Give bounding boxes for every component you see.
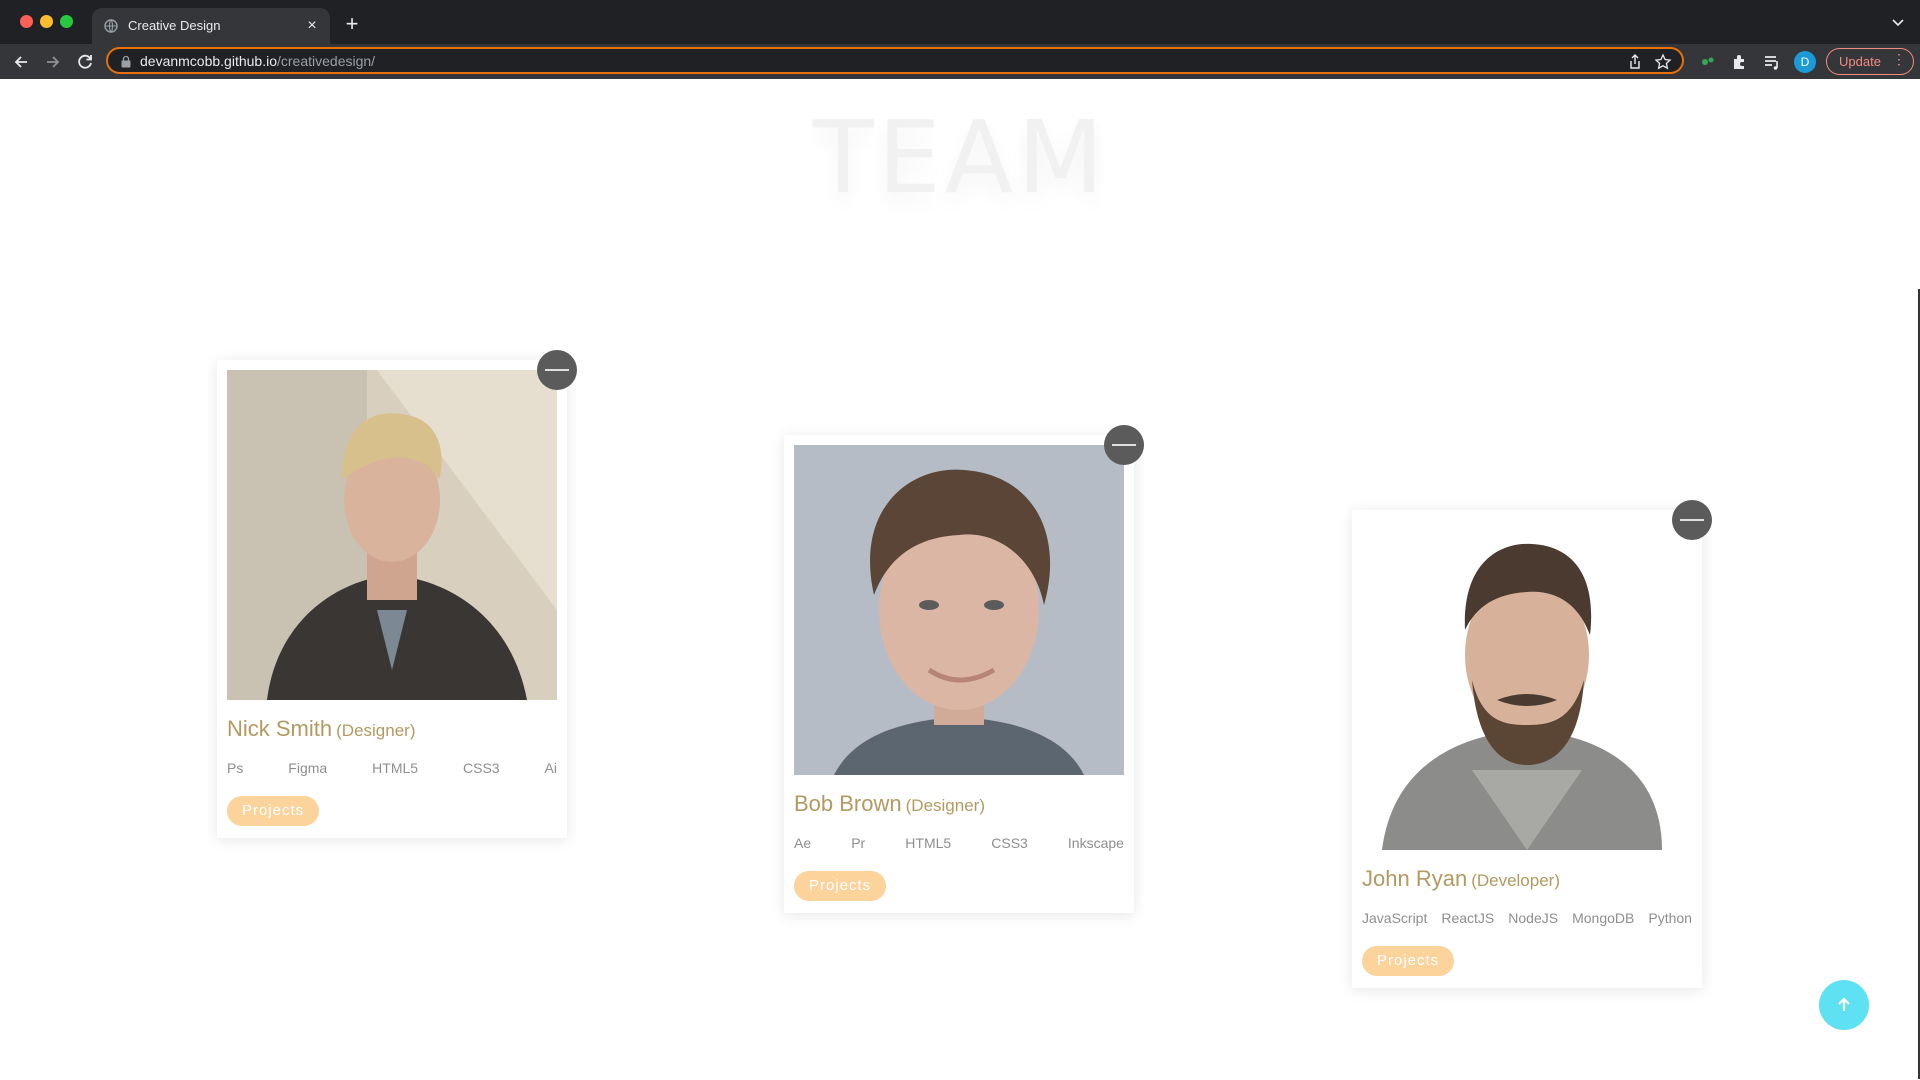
address-bar[interactable]: devanmcobb.github.io/creativedesign/ <box>106 47 1684 74</box>
skills-list: JavaScript ReactJS NodeJS MongoDB Python <box>1362 910 1692 926</box>
globe-icon <box>104 19 118 33</box>
tab-title: Creative Design <box>128 18 221 33</box>
tab-bar: Creative Design × + <box>0 0 1920 44</box>
portrait-image <box>794 445 1124 775</box>
projects-button[interactable]: Projects <box>794 871 887 901</box>
reload-icon[interactable] <box>74 51 96 73</box>
skill-tag: HTML5 <box>905 835 952 851</box>
skill-tag: Pr <box>851 835 866 851</box>
member-name-line: John Ryan (Developer) <box>1362 866 1560 892</box>
chevron-down-icon[interactable] <box>1890 14 1906 30</box>
member-role: (Developer) <box>1471 871 1560 890</box>
skill-tag: Ps <box>227 760 244 776</box>
portrait-image <box>1362 520 1692 850</box>
projects-button[interactable]: Projects <box>1362 946 1455 976</box>
tab-creative-design[interactable]: Creative Design × <box>92 8 330 44</box>
more-vertical-icon: ⋮ <box>1892 51 1906 67</box>
close-tab-icon[interactable]: × <box>302 16 322 36</box>
url-host: devanmcobb.github.io <box>140 53 277 69</box>
skills-list: Ae Pr HTML5 CSS3 Inkscape <box>794 835 1124 851</box>
collapse-minus-icon[interactable] <box>537 350 577 390</box>
media-queue-icon[interactable] <box>1762 52 1782 72</box>
update-button[interactable]: Update ⋮ <box>1826 48 1914 75</box>
team-card-john-ryan: John Ryan (Developer) JavaScript ReactJS … <box>1352 500 1712 988</box>
team-photo <box>794 445 1124 775</box>
member-role: (Designer) <box>905 796 985 815</box>
update-label: Update <box>1839 54 1881 69</box>
skill-tag: Ae <box>794 835 812 851</box>
collapse-minus-icon[interactable] <box>1104 425 1144 465</box>
team-photo <box>1362 520 1692 850</box>
skill-tag: NodeJS <box>1508 910 1559 926</box>
member-name-line: Bob Brown (Designer) <box>794 791 985 817</box>
minimize-window-button[interactable] <box>40 15 53 28</box>
member-name-line: Nick Smith (Designer) <box>227 716 415 742</box>
collapse-minus-icon[interactable] <box>1672 500 1712 540</box>
page-content: TEAM Nick Smith (Designer) Ps Figma HTML5… <box>0 79 1920 1080</box>
projects-button[interactable]: Projects <box>227 796 320 826</box>
new-tab-button[interactable]: + <box>340 12 364 36</box>
extension-leaf-icon[interactable] <box>1698 52 1718 72</box>
back-arrow-icon[interactable] <box>10 51 32 73</box>
share-icon[interactable] <box>1626 53 1644 71</box>
skill-tag: Inkscape <box>1067 835 1124 851</box>
skill-tag: CSS3 <box>991 835 1028 851</box>
team-heading: TEAM <box>812 99 1108 216</box>
portrait-image <box>227 370 557 700</box>
close-window-button[interactable] <box>20 15 33 28</box>
browser-toolbar: devanmcobb.github.io/creativedesign/ D U… <box>0 44 1920 79</box>
skill-tag: JavaScript <box>1362 910 1428 926</box>
maximize-window-button[interactable] <box>60 15 73 28</box>
member-name: Nick Smith <box>227 716 333 741</box>
member-name: Bob Brown <box>794 791 902 816</box>
skills-list: Ps Figma HTML5 CSS3 Ai <box>227 760 557 776</box>
extensions-puzzle-icon[interactable] <box>1730 52 1750 72</box>
profile-avatar[interactable]: D <box>1794 51 1816 73</box>
skill-tag: Figma <box>288 760 328 776</box>
member-name: John Ryan <box>1362 866 1468 891</box>
skill-tag: Python <box>1648 910 1692 926</box>
skill-tag: Ai <box>544 760 557 776</box>
skill-tag: CSS3 <box>463 760 500 776</box>
lock-icon[interactable] <box>120 55 132 68</box>
skill-tag: ReactJS <box>1441 910 1495 926</box>
skill-tag: MongoDB <box>1572 910 1635 926</box>
browser-chrome: Creative Design × + devanmcobb.github.io… <box>0 0 1920 79</box>
bookmark-star-icon[interactable] <box>1654 53 1672 71</box>
team-card-bob-brown: Bob Brown (Designer) Ae Pr HTML5 CSS3 Ink… <box>784 425 1144 913</box>
team-card-nick-smith: Nick Smith (Designer) Ps Figma HTML5 CSS3… <box>217 350 577 838</box>
scroll-to-top-button[interactable] <box>1819 980 1869 1030</box>
forward-arrow-icon[interactable] <box>42 51 64 73</box>
url-path: /creativedesign/ <box>277 53 376 69</box>
arrow-up-icon <box>1838 997 1850 1011</box>
member-role: (Designer) <box>336 721 416 740</box>
team-photo <box>227 370 557 700</box>
url-text: devanmcobb.github.io/creativedesign/ <box>140 53 375 69</box>
skill-tag: HTML5 <box>372 760 419 776</box>
